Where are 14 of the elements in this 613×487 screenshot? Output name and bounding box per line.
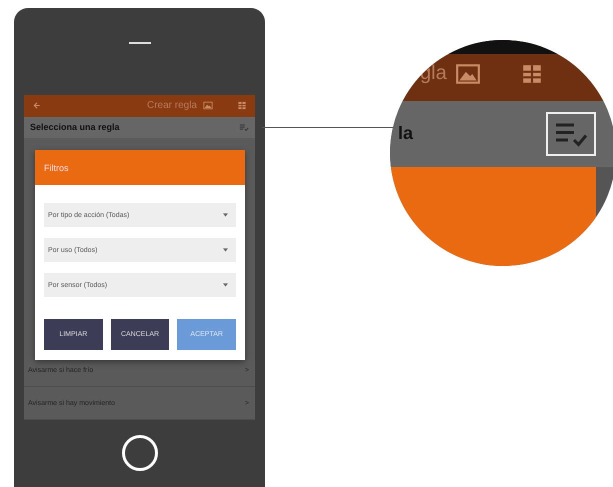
- image-icon: [454, 62, 481, 85]
- filter-list-icon[interactable]: [239, 122, 249, 132]
- filter-list-icon: [546, 112, 596, 156]
- dialog-title: Filtros: [44, 162, 68, 172]
- app-title: Crear regla: [146, 100, 197, 112]
- back-arrow-icon[interactable]: [32, 101, 42, 110]
- dropdown-caret-icon: [223, 283, 228, 287]
- magnified-subheader: la: [398, 123, 414, 144]
- grid-icon[interactable]: [237, 101, 247, 110]
- dropdown-caret-icon: [223, 213, 228, 217]
- subheader-title: Selecciona una regla: [30, 122, 120, 132]
- home-button[interactable]: [122, 435, 158, 471]
- image-icon[interactable]: [203, 101, 213, 110]
- dropdown-caret-icon: [223, 248, 228, 252]
